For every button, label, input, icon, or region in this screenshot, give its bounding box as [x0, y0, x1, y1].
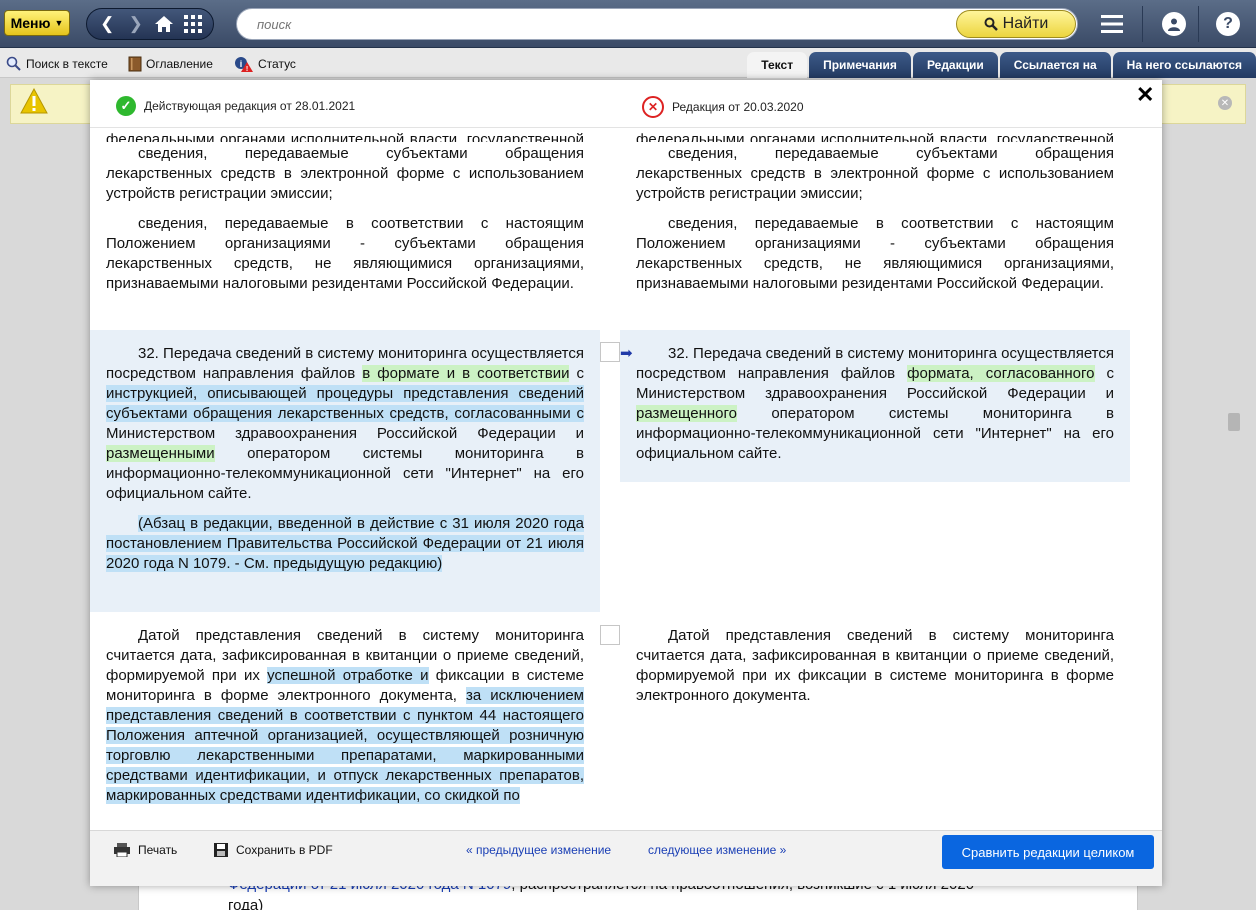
back-icon[interactable]: ❮: [95, 12, 119, 36]
prev-change-link[interactable]: « предыдущее изменение: [466, 843, 611, 857]
left-paragraph-32-text: 32. Передача сведений в систему монитори…: [106, 344, 584, 504]
printer-icon: [114, 843, 130, 857]
page-scrollbar-thumb[interactable]: [1228, 413, 1240, 431]
tab-referenced-by[interactable]: На него ссылаются: [1112, 52, 1256, 78]
contents-button[interactable]: Оглавление: [128, 56, 213, 72]
right-paragraph-32: 32. Передача сведений в систему монитори…: [636, 344, 1114, 474]
close-icon[interactable]: ✕: [1136, 82, 1154, 108]
floppy-icon: [214, 843, 228, 857]
toolbar-divider: [1198, 6, 1199, 42]
contents-label: Оглавление: [146, 57, 213, 71]
cross-circle-icon: ✕: [642, 96, 664, 118]
dialog-footer: Печать Сохранить в PDF « предыдущее изме…: [90, 830, 1162, 886]
left-column: федеральными органами исполнительной вла…: [106, 131, 584, 304]
text-run: с: [569, 365, 584, 382]
search-in-text-button[interactable]: Поиск в тексте: [6, 56, 108, 72]
forward-icon[interactable]: ❯: [124, 12, 148, 36]
right-paragraph-2: сведения, передаваемые в соответствии с …: [636, 215, 1114, 292]
sync-marker[interactable]: [600, 342, 620, 362]
left-paragraph-1: сведения, передаваемые субъектами обраще…: [106, 145, 584, 202]
nav-group: ❮ ❯: [86, 8, 214, 40]
left-paragraph-3-text: Датой представления сведений в систему м…: [106, 626, 584, 806]
find-label: Найти: [1002, 15, 1049, 32]
current-revision: ✓ Действующая редакция от 28.01.2021: [116, 96, 355, 116]
menu-label: Меню: [10, 15, 51, 31]
added-text: успешной отработке и: [267, 667, 429, 684]
changed-text: размещенного: [636, 405, 737, 422]
search-input[interactable]: [237, 9, 837, 39]
left-paragraph-2: сведения, передаваемые в соответствии с …: [106, 215, 584, 292]
dialog-header: ✓ Действующая редакция от 28.01.2021 ✕ Р…: [90, 80, 1162, 128]
status-warning-icon: i!: [235, 57, 253, 72]
document-toolbar: Поиск в тексте Оглавление i! Статус Текс…: [0, 48, 1256, 78]
warning-icon: [20, 87, 48, 119]
status-button[interactable]: i! Статус: [234, 56, 296, 72]
print-label: Печать: [138, 843, 178, 857]
next-change-link[interactable]: следующее изменение »: [648, 843, 786, 857]
toolbar-divider: [1142, 6, 1143, 42]
book-icon: [128, 56, 142, 72]
added-text: (Абзац в редакции, введенной в действие …: [106, 515, 584, 572]
right-paragraph-32-text: 32. Передача сведений в систему монитори…: [636, 344, 1114, 464]
document-tabs: Текст Примечания Редакции Ссылается на Н…: [747, 52, 1256, 78]
right-cut-line: федеральными органами исполнительной вла…: [636, 131, 1114, 142]
current-revision-label: Действующая редакция от 28.01.2021: [144, 99, 356, 113]
left-paragraph-3: Датой представления сведений в систему м…: [106, 626, 584, 816]
svg-text:!: !: [246, 66, 248, 72]
right-column: федеральными органами исполнительной вла…: [636, 131, 1114, 304]
tab-revisions[interactable]: Редакции: [912, 52, 998, 78]
background-last-line: года): [228, 897, 264, 910]
grid-icon[interactable]: [181, 12, 205, 36]
search-box: [236, 8, 1078, 40]
top-bar: Меню ▼ ❮ ❯ Найти ?: [0, 0, 1256, 48]
compare-revisions-dialog: ✓ Действующая редакция от 28.01.2021 ✕ Р…: [90, 80, 1162, 886]
magnifier-icon: [984, 17, 998, 31]
checkmark-icon: ✓: [116, 96, 136, 116]
right-paragraph-1: сведения, передаваемые субъектами обраще…: [636, 145, 1114, 202]
tab-notes[interactable]: Примечания: [809, 52, 911, 78]
compare-full-button[interactable]: Сравнить редакции целиком: [942, 835, 1154, 869]
search-doc-icon: [6, 56, 21, 71]
save-pdf-label: Сохранить в PDF: [236, 843, 333, 857]
left-cut-line: федеральными органами исполнительной вла…: [106, 131, 584, 142]
right-paragraph-3: Датой представления сведений в систему м…: [636, 626, 1114, 716]
tab-refers-to[interactable]: Ссылается на: [999, 52, 1111, 78]
status-label: Статус: [258, 57, 296, 71]
search-in-text-label: Поиск в тексте: [26, 57, 108, 71]
right-paragraph-3-text: Датой представления сведений в систему м…: [636, 627, 1114, 704]
tab-text[interactable]: Текст: [747, 52, 808, 78]
home-icon[interactable]: [152, 12, 176, 36]
changed-text: в формате и в соответствии: [362, 365, 570, 382]
caret-down-icon: ▼: [54, 18, 64, 28]
added-text: за исключением представления сведений в …: [106, 687, 584, 804]
change-arrow-icon: ➡: [620, 345, 633, 362]
old-revision: ✕ Редакция от 20.03.2020: [642, 96, 804, 118]
svg-text:i: i: [240, 59, 243, 69]
left-note: (Абзац в редакции, введенной в действие …: [106, 514, 584, 574]
find-button[interactable]: Найти: [956, 10, 1076, 38]
hamburger-icon[interactable]: [1096, 8, 1128, 40]
old-revision-label: Редакция от 20.03.2020: [672, 100, 804, 114]
compare-content: федеральными органами исполнительной вла…: [90, 128, 1162, 830]
menu-button[interactable]: Меню ▼: [4, 10, 70, 36]
user-icon[interactable]: [1158, 8, 1190, 40]
print-button[interactable]: Печать: [114, 843, 177, 857]
help-icon[interactable]: ?: [1212, 8, 1244, 40]
save-pdf-button[interactable]: Сохранить в PDF: [214, 843, 333, 857]
text-run: Министерством здравоохранения Российской…: [106, 425, 584, 442]
sync-marker[interactable]: [600, 625, 620, 645]
changed-text: формата, согласованного: [907, 365, 1095, 382]
added-text: инструкцией, описывающей процедуры предс…: [106, 385, 584, 422]
warning-close-icon[interactable]: ✕: [1218, 96, 1232, 110]
changed-text: размещенными: [106, 445, 215, 462]
left-paragraph-32: 32. Передача сведений в систему монитори…: [106, 344, 584, 584]
